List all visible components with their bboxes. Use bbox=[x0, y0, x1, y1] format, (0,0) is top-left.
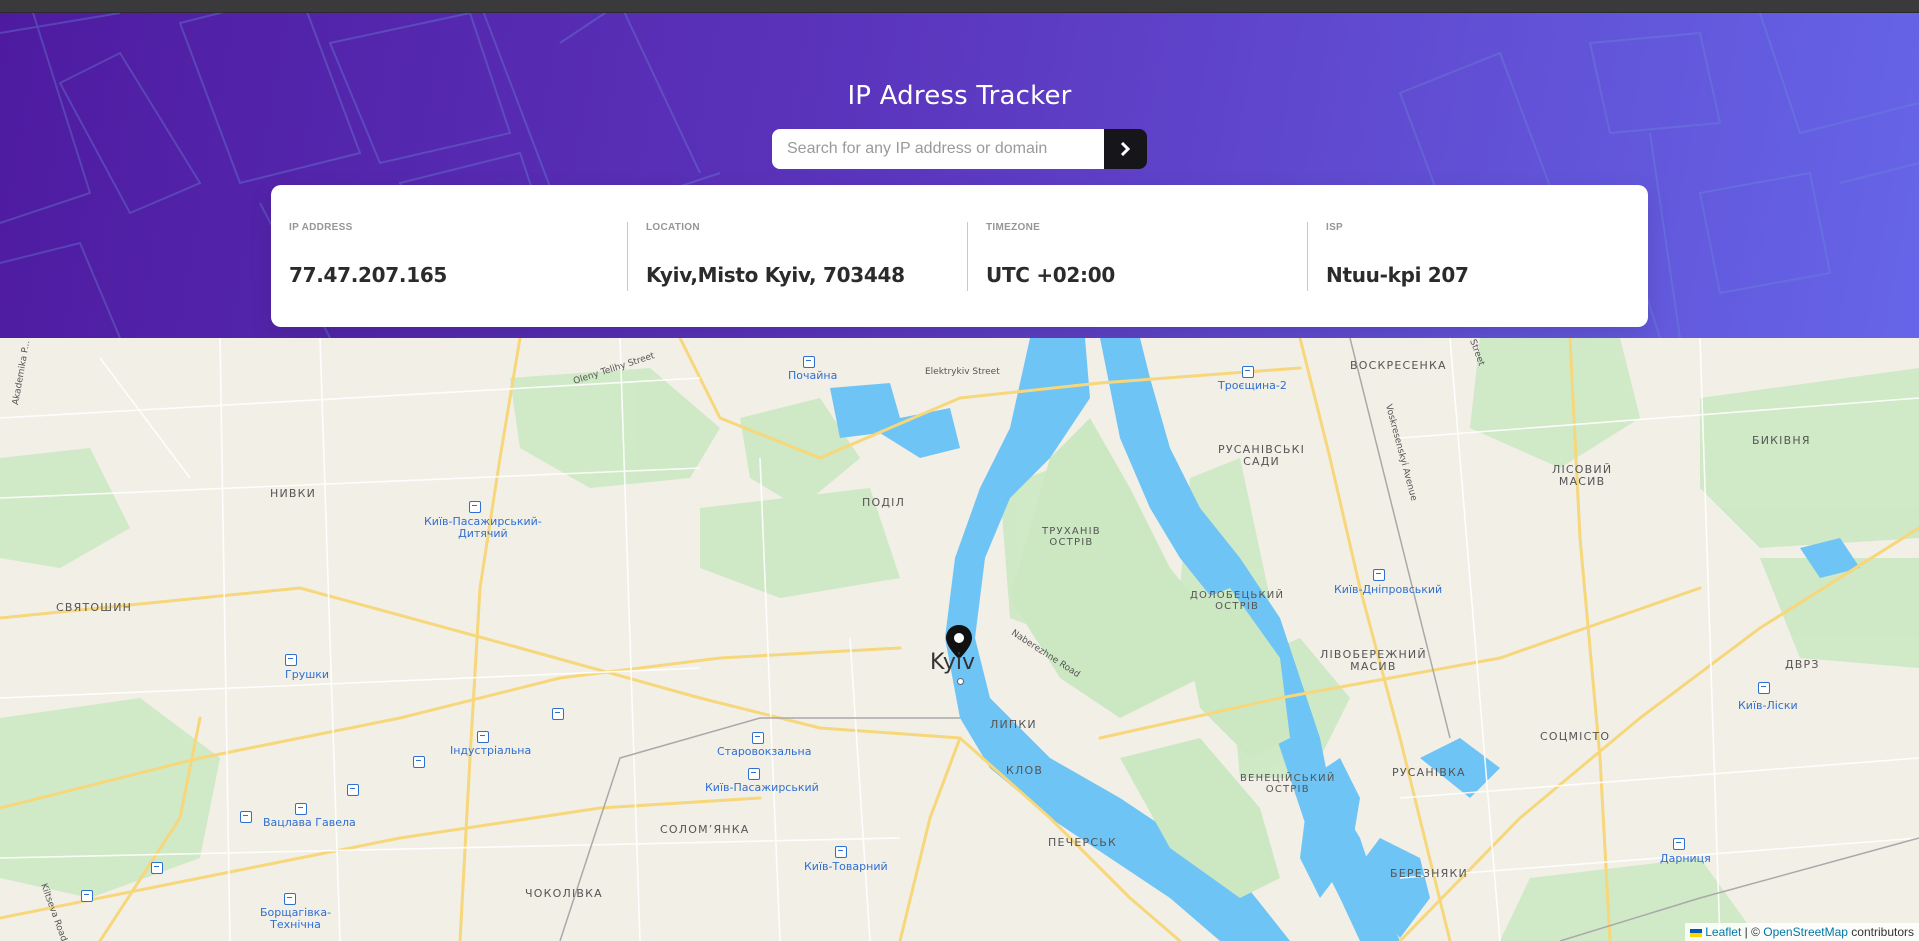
station-icon bbox=[295, 803, 307, 815]
district-label-trukhaniv-ostriv: ТРУХАНІВ ОСТРІВ bbox=[1042, 526, 1101, 548]
station-icon bbox=[469, 501, 481, 513]
station-icon bbox=[1758, 682, 1770, 694]
station-icon bbox=[1373, 569, 1385, 581]
district-label-dolobetskyi-ostriv: ДОЛОБЕЦЬКИЙ ОСТРІВ bbox=[1190, 590, 1285, 612]
station-label-darnytsia: Дарниця bbox=[1660, 852, 1711, 865]
station-icon bbox=[284, 893, 296, 905]
station-label-vatslava-havela: Вацлава Гавела bbox=[263, 816, 356, 829]
station-label-kyiv-dniprovskyi: Київ-Дніпровський bbox=[1334, 583, 1443, 596]
isp-label: ISP bbox=[1326, 222, 1344, 233]
station-label-kyiv-pasazhyrskyi-dytiachyi: Київ-Пасажирський- Дитячий bbox=[424, 515, 542, 541]
district-label-podil: ПОДІЛ bbox=[862, 496, 906, 509]
station-icon bbox=[347, 784, 359, 796]
browser-toolbar bbox=[0, 0, 1919, 13]
station-label-troieshchyna: Троєщина-2 bbox=[1218, 379, 1287, 392]
page-title: IP Adress Tracker bbox=[847, 81, 1072, 111]
district-label-sotsmisto: СОЦМІСТО bbox=[1540, 730, 1611, 743]
station-label-starovokzalna: Старовокзальна bbox=[717, 745, 812, 758]
search-bar bbox=[772, 129, 1147, 169]
district-label-livoberezhnyi-masyv: ЛІВОБЕРЕЖНИЙ МАСИВ bbox=[1320, 648, 1427, 674]
city-center-dot bbox=[957, 678, 964, 685]
city-label: Kyiv bbox=[930, 650, 975, 675]
station-icon bbox=[748, 768, 760, 780]
station-label-kyiv-lisky: Київ-Ліски bbox=[1738, 699, 1798, 712]
station-icon bbox=[81, 890, 93, 902]
district-label-klov: КЛОВ bbox=[1006, 764, 1044, 777]
ip-address-label: IP ADDRESS bbox=[289, 222, 353, 233]
station-icon bbox=[477, 731, 489, 743]
station-label-hrushky: Грушки bbox=[285, 668, 330, 681]
search-button[interactable] bbox=[1104, 129, 1147, 169]
station-label-kyiv-tovarnyi: Київ-Товарний bbox=[804, 860, 888, 873]
district-label-bykivnia: БИКІВНЯ bbox=[1752, 434, 1811, 447]
district-label-rusanivski-sady: РУСАНІВСЬКІ САДИ bbox=[1218, 443, 1306, 469]
station-icon bbox=[552, 708, 564, 720]
district-label-nyvky: НИВКИ bbox=[270, 487, 317, 500]
search-input[interactable] bbox=[772, 129, 1104, 169]
station-label-borshchahivka-tekhnichna: Борщагівка- Технічна bbox=[260, 906, 332, 932]
district-label-pechersk: ПЕЧЕРСЬК bbox=[1048, 836, 1117, 849]
map-attribution: Leaflet | © OpenStreetMap contributors bbox=[1685, 923, 1919, 941]
timezone-label: TIMEZONE bbox=[986, 222, 1041, 233]
district-label-sviatoshyn: СВЯТОШИН bbox=[56, 601, 133, 614]
location-label: LOCATION bbox=[646, 222, 700, 233]
station-icon bbox=[413, 756, 425, 768]
district-label-berezniaky: БЕРЕЗНЯКИ bbox=[1390, 867, 1468, 880]
district-label-venetsiiskyi-ostriv: ВЕНЕЦІЙСЬКИЙ ОСТРІВ bbox=[1240, 773, 1336, 795]
station-icon bbox=[1673, 838, 1685, 850]
station-icon bbox=[151, 862, 163, 874]
district-label-lypky: ЛИПКИ bbox=[990, 718, 1037, 731]
station-icon bbox=[240, 811, 252, 823]
ip-address-value: 77.47.207.165 bbox=[289, 263, 448, 287]
timezone-value: UTC +02:00 bbox=[986, 263, 1115, 287]
timezone-section: TIMEZONE UTC +02:00 bbox=[967, 222, 1307, 327]
location-value: Kyiv,Misto Kyiv, 703448 bbox=[646, 263, 905, 287]
station-label-kyiv-pasazhyrskyi: Київ-Пасажирський bbox=[705, 781, 819, 794]
station-icon bbox=[285, 654, 297, 666]
district-label-rusanivka: РУСАНІВКА bbox=[1392, 766, 1466, 779]
district-label-lisovyi-masyv: ЛІСОВИЙ МАСИВ bbox=[1552, 463, 1613, 489]
district-label-dvrz: ДВРЗ bbox=[1785, 658, 1820, 671]
location-section: LOCATION Kyiv,Misto Kyiv, 703448 bbox=[627, 222, 967, 327]
ip-info-card: IP ADDRESS 77.47.207.165 LOCATION Kyiv,M… bbox=[271, 185, 1648, 327]
station-icon bbox=[835, 846, 847, 858]
station-icon bbox=[1242, 366, 1254, 378]
street-label-elektrykiv: Elektrykiv Street bbox=[925, 367, 1000, 377]
isp-section: ISP Ntuu-kpi 207 bbox=[1307, 222, 1647, 327]
openstreetmap-link[interactable]: OpenStreetMap bbox=[1763, 925, 1848, 939]
attribution-suffix: contributors bbox=[1847, 925, 1914, 939]
station-label-pochaina: Почайна bbox=[788, 369, 838, 382]
station-icon bbox=[752, 732, 764, 744]
chevron-right-icon bbox=[1120, 142, 1131, 156]
leaflet-link[interactable]: Leaflet bbox=[1705, 925, 1741, 939]
station-label-industrialna: Індустріальна bbox=[450, 744, 532, 757]
district-label-voskresenka: ВОСКРЕСЕНКА bbox=[1350, 359, 1447, 372]
district-label-solomianka: СОЛОМ’ЯНКА bbox=[660, 823, 750, 836]
district-label-chokolivka: ЧОКОЛІВКА bbox=[525, 887, 603, 900]
isp-value: Ntuu-kpi 207 bbox=[1326, 263, 1469, 287]
station-icon bbox=[803, 356, 815, 368]
ukraine-flag-icon bbox=[1690, 928, 1703, 937]
ip-address-section: IP ADDRESS 77.47.207.165 bbox=[287, 222, 627, 327]
attribution-separator: | © bbox=[1741, 925, 1764, 939]
